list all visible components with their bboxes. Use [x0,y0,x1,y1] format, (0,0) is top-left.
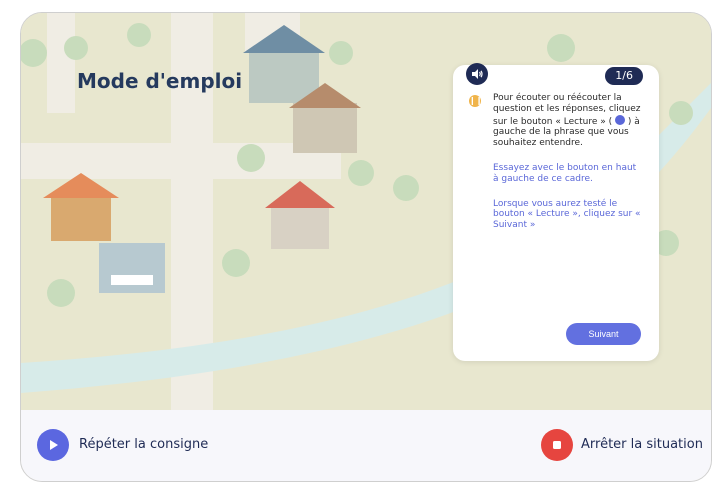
activity-frame: Mode d'emploi 1/6 ❙❙ Pour écouter ou réé… [20,12,712,482]
play-icon [50,440,58,450]
speaker-button[interactable] [466,63,488,85]
instruction-card: 1/6 ❙❙ Pour écouter ou réécouter la ques… [453,63,659,361]
info-icon: ❙❙ [469,95,483,107]
next-button[interactable]: Suivant [566,323,641,345]
instruction-paragraph-2: Essayez avec le bouton en haut à gauche … [493,162,637,184]
play-inline-icon [614,114,625,125]
instruction-paragraph-3: Lorsque vous aurez testé le bouton « Lec… [493,198,641,231]
repeat-instruction-label[interactable]: Répéter la consigne [79,437,208,452]
page-indicator: 1/6 [605,67,643,85]
speaker-icon [472,69,483,79]
stop-situation-label[interactable]: Arrêter la situation [581,437,703,452]
page-title: Mode d'emploi [77,69,243,93]
instruction-paragraph-1: Pour écouter ou réécouter la question et… [493,93,643,149]
stop-situation-button[interactable] [541,429,573,461]
repeat-instruction-button[interactable] [37,429,69,461]
instruction-text: Pour écouter ou réécouter la question et… [493,93,643,231]
bottom-toolbar: Répéter la consigne Arrêter la situation [21,410,711,481]
stop-icon [553,441,561,449]
